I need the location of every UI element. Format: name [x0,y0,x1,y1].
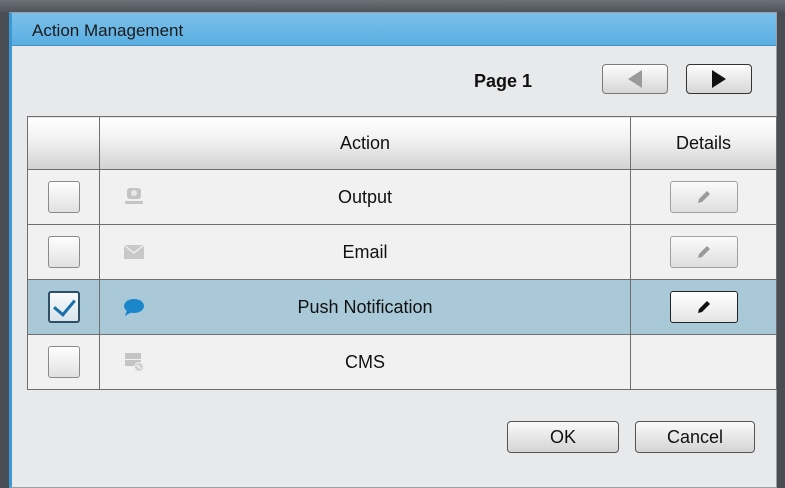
action-name: Email [342,241,388,262]
pencil-icon [697,246,710,258]
checkmark-icon [52,293,76,317]
action-name: Push Notification [297,296,433,317]
table-row: Output [27,169,777,225]
row-checkbox-push-notification[interactable] [47,291,80,323]
chat-bubble-icon [124,299,144,316]
details-empty [630,334,777,390]
table-row: Push Notification [27,279,777,335]
row-checkbox-cms[interactable] [47,346,80,378]
next-page-button[interactable] [686,64,752,94]
table-row: CMS [27,334,777,390]
output-icon [125,188,143,204]
dialog-title: Action Management [12,13,776,46]
background-window-strip [0,0,785,12]
left-triangle-icon [628,70,642,88]
previous-page-button[interactable] [602,64,668,94]
header-details: Details [630,116,777,170]
cancel-button[interactable]: Cancel [635,421,755,453]
edit-push-notification-button[interactable] [669,291,738,323]
header-select [27,116,100,170]
cms-server-icon [125,353,144,372]
row-checkbox-output[interactable] [47,181,80,213]
page-indicator: Page 1 [473,71,532,91]
action-name: Output [337,186,393,207]
ok-button[interactable]: OK [507,421,619,453]
header-action: Action [99,116,631,170]
action-name: CMS [345,351,385,372]
email-icon [123,244,145,259]
pencil-icon [697,191,710,203]
table-row: Email [27,224,777,280]
row-checkbox-email[interactable] [47,236,80,268]
action-management-dialog: Action Management Page 1 Action Details [9,12,777,488]
pencil-icon [697,301,710,313]
table-header-row: Action Details [27,116,777,170]
edit-output-button[interactable] [669,181,738,213]
right-triangle-icon [712,70,726,88]
edit-email-button[interactable] [669,236,738,268]
actions-table: Action Details Output Email Push Notific… [27,116,777,390]
